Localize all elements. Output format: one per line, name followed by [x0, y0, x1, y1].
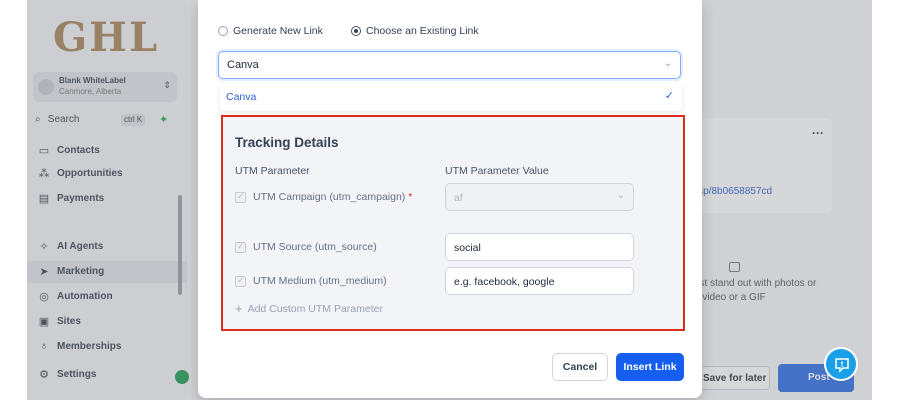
add-custom-utm-button[interactable]: + Add Custom UTM Parameter — [235, 300, 383, 316]
dropdown-option-canva[interactable]: Canva — [226, 91, 256, 103]
check-icon: ✓ — [664, 90, 674, 102]
existing-link-value: Canva — [227, 59, 259, 71]
utm-source-input[interactable]: social — [445, 233, 634, 261]
utm-parameter-column-header: UTM Parameter — [235, 165, 310, 177]
utm-source-label: UTM Source (utm_source) — [253, 241, 377, 253]
utm-campaign-select[interactable]: af ⌄ — [445, 183, 634, 211]
utm-medium-input[interactable]: e.g. facebook, google — [445, 267, 634, 295]
utm-medium-label: UTM Medium (utm_medium) — [253, 275, 387, 287]
radio-checked-icon — [351, 26, 361, 36]
insert-link-button[interactable]: Insert Link — [616, 353, 684, 381]
utm-source-checkbox[interactable] — [235, 241, 246, 253]
utm-medium-checkbox[interactable] — [235, 275, 246, 287]
required-mark: * — [408, 191, 413, 203]
link-modal: Generate New Link Choose an Existing Lin… — [198, 0, 702, 398]
cancel-button[interactable]: Cancel — [552, 353, 608, 381]
chat-icon — [835, 358, 849, 373]
chat-support-button[interactable] — [824, 347, 858, 381]
existing-link-select[interactable]: Canva ⌄ — [218, 51, 681, 79]
utm-campaign-label: UTM Campaign (utm_campaign) * — [253, 191, 413, 203]
utm-value-column-header: UTM Parameter Value — [445, 165, 549, 177]
chevron-down-icon: ⌄ — [663, 58, 672, 69]
utm-campaign-value: af — [454, 192, 463, 204]
existing-link-dropdown: Canva ✓ — [220, 83, 682, 111]
plus-icon: + — [235, 301, 243, 316]
tracking-details-heading: Tracking Details — [235, 135, 339, 150]
radio-unchecked-icon — [218, 26, 228, 36]
tracking-details-section: Tracking Details UTM Parameter UTM Param… — [221, 115, 685, 331]
utm-campaign-checkbox[interactable] — [235, 191, 246, 203]
chevron-down-icon: ⌄ — [616, 190, 625, 201]
